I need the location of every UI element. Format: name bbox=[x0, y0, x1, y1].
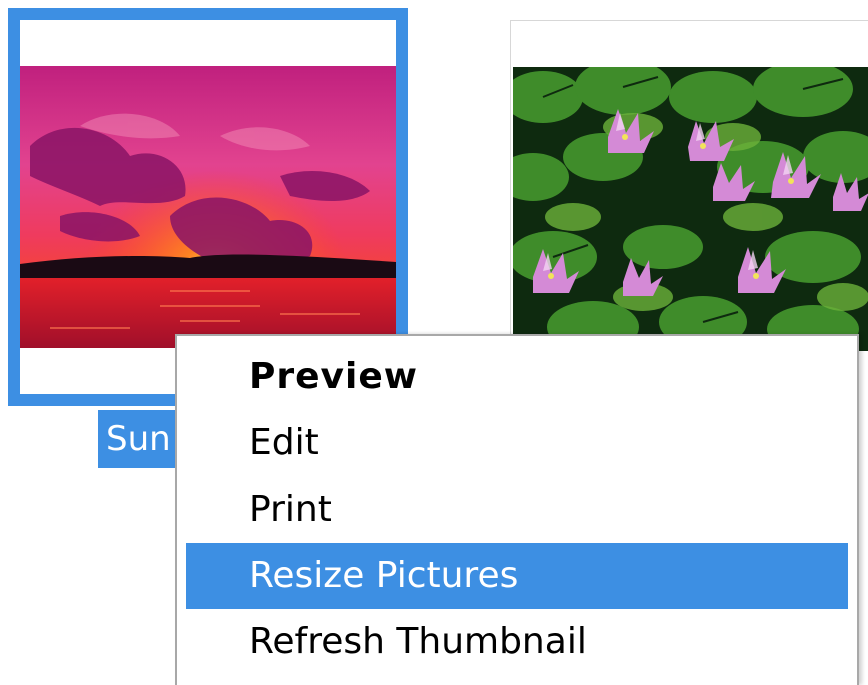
menu-item-refresh-thumbnail[interactable]: Refresh Thumbnail bbox=[186, 609, 848, 675]
menu-item-print[interactable]: Print bbox=[186, 477, 848, 543]
menu-item-preview[interactable]: Preview bbox=[186, 344, 848, 410]
thumbnail-water-lilies[interactable] bbox=[510, 20, 868, 351]
thumbnail-caption-sunset[interactable]: Sun bbox=[98, 410, 179, 468]
menu-item-edit[interactable]: Edit bbox=[186, 410, 848, 476]
context-menu: Preview Edit Print Resize Pictures Refre… bbox=[175, 334, 859, 685]
menu-item-resize-pictures[interactable]: Resize Pictures bbox=[186, 543, 848, 609]
thumbnail-view: Sun Preview Edit Print Resize Pictures R… bbox=[0, 0, 868, 685]
sunset-image[interactable] bbox=[20, 66, 396, 348]
water-lilies-image[interactable] bbox=[513, 67, 868, 351]
